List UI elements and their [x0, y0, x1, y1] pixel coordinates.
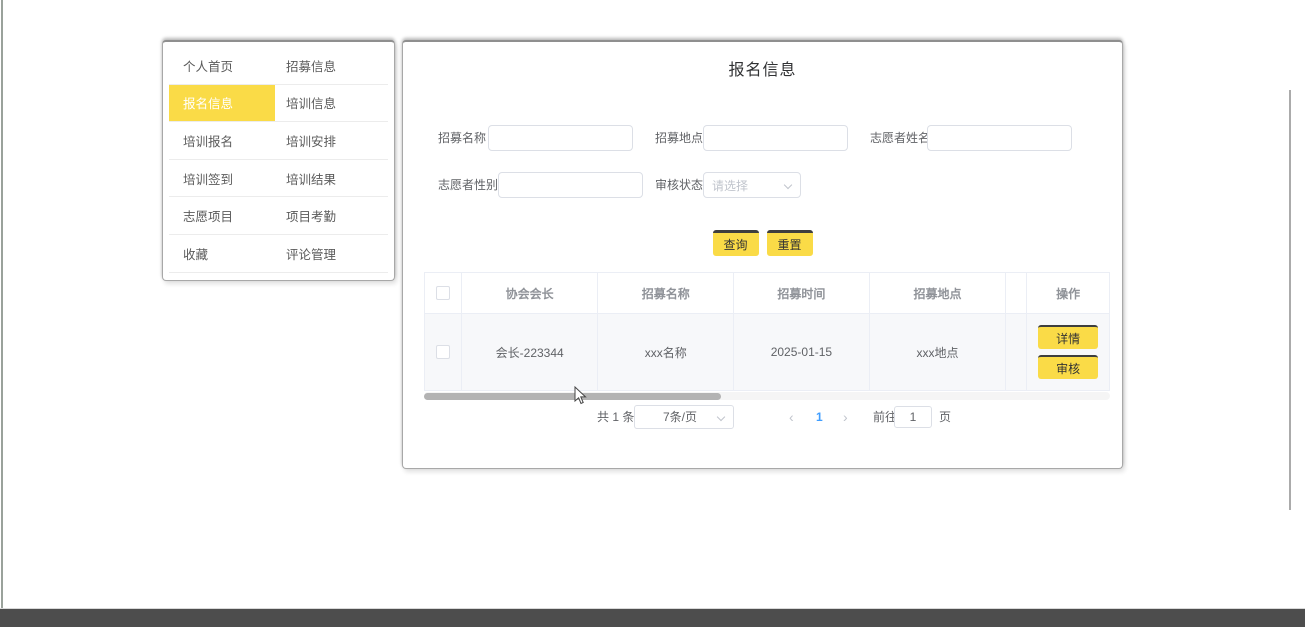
volunteer-name-input[interactable]	[927, 125, 1072, 151]
page-title: 报名信息	[403, 56, 1122, 80]
audit-status-select[interactable]: 请选择	[703, 172, 801, 198]
recruit-place-input[interactable]	[703, 125, 848, 151]
sidebar-item-registration-info[interactable]: 报名信息	[169, 85, 275, 122]
horizontal-scrollbar-thumb[interactable]	[424, 393, 721, 400]
page-left-border	[1, 0, 3, 608]
header-operations: 操作	[1027, 273, 1109, 313]
table-horizontal-scrollbar	[424, 392, 1110, 400]
sidebar-item-project-attendance[interactable]: 项目考勤	[275, 197, 388, 234]
chevron-down-icon	[717, 413, 725, 421]
row-checkbox-cell	[425, 314, 462, 390]
header-president: 协会会长	[462, 273, 599, 313]
sidebar-item-training-result[interactable]: 培训结果	[275, 160, 388, 197]
header-recruit-place: 招募地点	[870, 273, 1007, 313]
cell-operations: 详情 审核	[1027, 314, 1109, 390]
recruit-name-input[interactable]	[488, 125, 633, 151]
cell-recruit-name: xxx名称	[598, 314, 734, 390]
header-checkbox-cell	[425, 273, 462, 313]
sidebar-item-training-schedule[interactable]: 培训安排	[275, 122, 388, 159]
recruit-name-label: 招募名称	[438, 125, 486, 151]
goto-unit-label: 页	[939, 405, 951, 429]
menu-row: 收藏 评论管理	[169, 235, 388, 273]
sidebar-item-personal-home[interactable]: 个人首页	[169, 47, 275, 84]
volunteer-gender-label: 志愿者性别	[438, 172, 498, 198]
select-all-checkbox[interactable]	[436, 286, 450, 300]
mouse-cursor	[574, 386, 587, 410]
sidebar-item-training-signup[interactable]: 培训报名	[169, 122, 275, 159]
reset-button[interactable]: 重置	[767, 230, 813, 256]
page-size-value: 7条/页	[643, 405, 717, 429]
menu-row: 报名信息 培训信息	[169, 85, 388, 123]
query-button[interactable]: 查询	[713, 230, 759, 256]
page: 个人首页 招募信息 报名信息 培训信息 培训报名 培训安排 培训签到 培训结果 …	[0, 0, 1305, 627]
next-page-icon[interactable]: ›	[843, 405, 848, 429]
cell-recruit-time: 2025-01-15	[734, 314, 870, 390]
volunteer-name-label: 志愿者姓名	[870, 125, 930, 151]
sidebar-item-volunteer-project[interactable]: 志愿项目	[169, 197, 275, 234]
audit-status-label: 审核状态	[655, 172, 703, 198]
sidebar-item-recruit-info[interactable]: 招募信息	[275, 47, 388, 84]
detail-button[interactable]: 详情	[1038, 325, 1098, 349]
main-panel: 报名信息 招募名称 招募地点 志愿者姓名 志愿者性别 审核状态 请选择 查询 重…	[402, 40, 1123, 469]
audit-button[interactable]: 审核	[1038, 355, 1098, 379]
row-checkbox[interactable]	[436, 345, 450, 359]
sidebar-menu: 个人首页 招募信息 报名信息 培训信息 培训报名 培训安排 培训签到 培训结果 …	[162, 40, 395, 281]
menu-row: 培训报名 培训安排	[169, 122, 388, 160]
volunteer-gender-input[interactable]	[498, 172, 643, 198]
table-row: 会长-223344 xxx名称 2025-01-15 xxx地点 详情 审核	[425, 313, 1109, 391]
goto-page-input[interactable]	[894, 406, 932, 428]
footer-bar	[0, 608, 1305, 627]
page-number-1[interactable]: 1	[816, 405, 823, 429]
pagination: 共 1 条 7条/页 ‹ 1 › 前往 页	[403, 405, 1122, 429]
sidebar-item-training-info[interactable]: 培训信息	[275, 85, 388, 122]
table-header-row: 协会会长 招募名称 招募时间 招募地点 操作	[425, 273, 1109, 313]
cell-recruit-place: xxx地点	[870, 314, 1007, 390]
prev-page-icon[interactable]: ‹	[789, 405, 794, 429]
menu-row: 志愿项目 项目考勤	[169, 197, 388, 235]
header-recruit-time: 招募时间	[734, 273, 870, 313]
header-clipped-column	[1006, 273, 1027, 313]
sidebar-item-comment-management[interactable]: 评论管理	[275, 235, 388, 272]
pagination-total: 共 1 条	[597, 405, 634, 429]
menu-row: 个人首页 招募信息	[169, 47, 388, 85]
header-recruit-name: 招募名称	[598, 273, 734, 313]
vertical-scrollbar[interactable]	[1289, 90, 1291, 510]
filter-actions: 查询 重置	[403, 230, 1122, 256]
sidebar-item-training-checkin[interactable]: 培训签到	[169, 160, 275, 197]
cell-president: 会长-223344	[462, 314, 599, 390]
chevron-down-icon	[784, 181, 792, 189]
recruit-place-label: 招募地点	[655, 125, 703, 151]
sidebar-item-favorites[interactable]: 收藏	[169, 235, 275, 272]
select-placeholder: 请选择	[712, 177, 784, 194]
page-size-select[interactable]: 7条/页	[634, 405, 734, 429]
data-table: 协会会长 招募名称 招募时间 招募地点 操作 会长-223344 xxx名称 2…	[424, 272, 1110, 391]
cell-clipped-column	[1006, 314, 1027, 390]
menu-row: 培训签到 培训结果	[169, 160, 388, 198]
